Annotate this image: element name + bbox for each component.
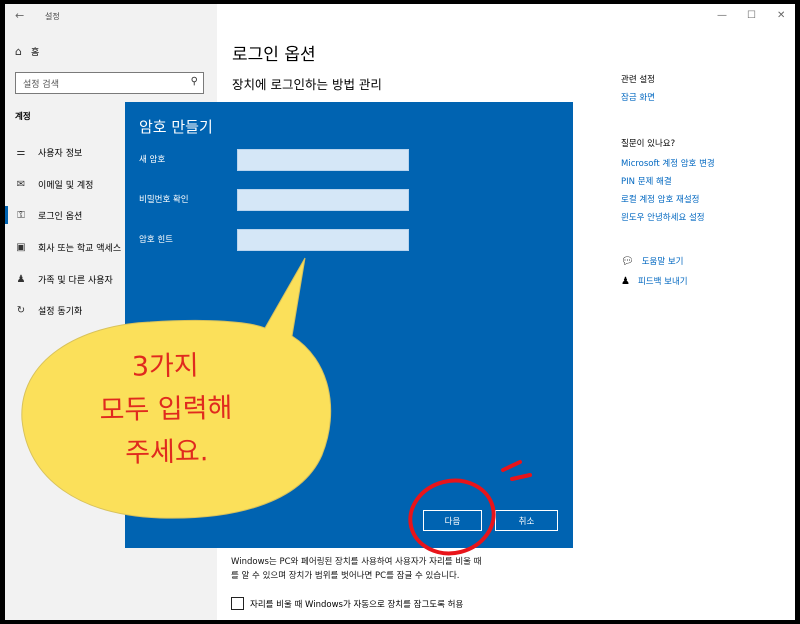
- windows-hello-setup-link[interactable]: 윈도우 안녕하세요 설정: [621, 211, 705, 223]
- sidebar-item-label: 설정 동기화: [38, 306, 83, 317]
- description-line: 를 알 수 있으며 장치가 범위를 벗어나면 PC를 잠글 수 있습니다.: [231, 571, 460, 581]
- sidebar-item-label: 회사 또는 학교 액세스: [38, 243, 122, 254]
- change-ms-password-link[interactable]: Microsoft 계정 암호 변경: [621, 157, 715, 169]
- get-help-label: 도움말 보기: [641, 257, 684, 267]
- back-arrow-icon[interactable]: ←: [15, 9, 24, 22]
- close-button[interactable]: ✕: [777, 10, 785, 21]
- dynamic-lock-checkbox-row[interactable]: 자리를 비울 때 Windows가 자동으로 장치를 잠그도록 허용: [231, 597, 463, 610]
- minimize-button[interactable]: —: [717, 10, 727, 21]
- questions-heading: 질문이 있나요?: [621, 139, 676, 149]
- briefcase-icon: ▣: [16, 241, 26, 253]
- home-icon: ⌂: [15, 45, 22, 58]
- reset-local-password-link[interactable]: 로컬 계정 암호 재설정: [621, 193, 700, 205]
- password-hint-input[interactable]: [237, 229, 409, 251]
- lock-screen-link[interactable]: 잠금 화면: [621, 91, 655, 103]
- password-hint-label: 암호 힌트: [139, 235, 173, 245]
- new-password-input[interactable]: [237, 149, 409, 171]
- person-card-icon: ⚌: [16, 146, 26, 158]
- dynamic-lock-checkbox[interactable]: [231, 597, 244, 610]
- search-icon[interactable]: ⚲: [191, 76, 198, 87]
- get-help-link[interactable]: 💬︎ 도움말 보기: [621, 255, 684, 268]
- confirm-password-input[interactable]: [237, 189, 409, 211]
- app-title: 설정: [45, 12, 60, 21]
- title-bar: ← 설정: [5, 4, 217, 28]
- dialog-title: 암호 만들기: [139, 118, 213, 136]
- people-icon: ♟: [16, 273, 26, 285]
- maximize-button[interactable]: ☐: [747, 10, 756, 21]
- sidebar-item-label: 이메일 및 계정: [38, 180, 94, 191]
- page-title: 로그인 옵션: [232, 45, 316, 65]
- section-title: 계정: [15, 112, 31, 122]
- chat-icon: 💬︎: [621, 255, 634, 267]
- pin-troubleshoot-link[interactable]: PIN 문제 해결: [621, 175, 672, 187]
- key-icon: ⚿: [17, 209, 25, 221]
- dynamic-lock-description: Windows는 PC와 페어링된 장치를 사용하여 사용자가 자리를 비울 때…: [231, 555, 541, 583]
- sync-icon: ↻: [16, 304, 26, 316]
- description-line: Windows는 PC와 페어링된 장치를 사용하여 사용자가 자리를 비울 때: [231, 557, 482, 567]
- sidebar-item-label: 사용자 정보: [38, 148, 83, 159]
- sidebar-item-label: 로그인 옵션: [38, 211, 83, 222]
- next-button[interactable]: 다음: [423, 510, 482, 531]
- sidebar-item-label: 가족 및 다른 사용자: [38, 275, 113, 286]
- feedback-icon: ♟: [621, 275, 630, 287]
- checkbox-label: 자리를 비울 때 Windows가 자동으로 장치를 잠그도록 허용: [250, 599, 464, 610]
- home-link[interactable]: ⌂ 홈: [15, 45, 39, 58]
- search-input[interactable]: 설정 검색 ⚲: [15, 72, 204, 94]
- page-subtitle: 장치에 로그인하는 방법 관리: [232, 77, 382, 92]
- search-placeholder: 설정 검색: [23, 79, 59, 90]
- home-label: 홈: [30, 48, 40, 58]
- related-settings-heading: 관련 설정: [621, 75, 655, 85]
- feedback-link[interactable]: ♟ 피드백 보내기: [621, 275, 688, 288]
- feedback-label: 피드백 보내기: [637, 277, 688, 287]
- confirm-password-label: 비밀번호 확인: [139, 195, 189, 205]
- new-password-label: 새 암호: [139, 155, 166, 165]
- cancel-button[interactable]: 취소: [495, 510, 558, 531]
- create-password-dialog: 암호 만들기 새 암호 비밀번호 확인 암호 힌트 다음 취소: [125, 102, 573, 548]
- mail-icon: ✉: [16, 178, 26, 190]
